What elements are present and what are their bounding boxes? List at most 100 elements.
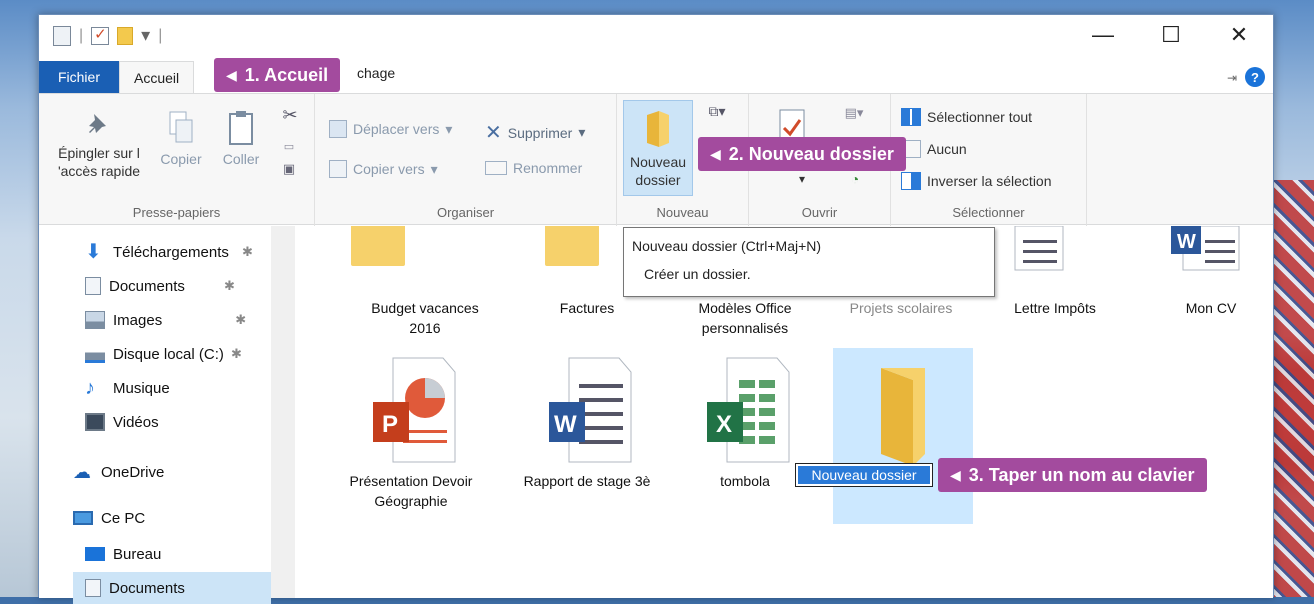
computer-icon [73,511,93,525]
rename-icon [485,161,507,175]
sidebar-item-label: Disque local (C:) [113,345,224,363]
background-person [1268,180,1314,597]
tooltip-title: Nouveau dossier (Ctrl+Maj+N) [632,238,822,254]
sidebar-scrollbar[interactable] [271,226,295,598]
select-all-label: Sélectionner tout [927,109,1033,125]
sidebar-item-label: Téléchargements [113,243,229,261]
file-name: tombola [720,473,770,489]
rename-label: Renommer [513,160,583,176]
copy-path-icon[interactable]: ▭ [277,138,301,156]
checkmark-icon[interactable] [91,25,110,45]
pin-icon [89,114,106,133]
copy-label: Copier [160,151,202,167]
file-item[interactable]: W Rapport de stage 3è [517,354,657,491]
invert-selection-button[interactable]: Inverser la sélection [901,172,1052,190]
sidebar-item-onedrive[interactable]: ☁ OneDrive [73,456,164,488]
sidebar-item-this-pc[interactable]: Ce PC [73,502,145,534]
pin-ribbon-icon[interactable]: ⇥ [1227,71,1237,85]
invert-selection-label: Inverser la sélection [927,173,1052,189]
delete-icon: ✕ [485,122,502,144]
sidebar-item-desktop[interactable]: Bureau [85,538,161,570]
pin-label: Épingler sur l 'accès rapide [57,145,141,179]
ribbon: Épingler sur l 'accès rapide Copier Coll… [39,93,1273,226]
copy-to-button[interactable]: Copier vers ▾ [329,160,438,178]
sidebar-item-label: Bureau [113,545,162,563]
pin-quick-access-button[interactable]: Épingler sur l 'accès rapide [47,110,151,180]
word-doc-icon [1014,226,1064,271]
group-organize: Déplacer vers ▾ Copier vers ▾ ✕ Supprimer ▾… [315,94,617,226]
pin-icon[interactable]: ✱ [235,312,246,328]
download-arrow-icon: ⬇ [85,241,102,263]
sidebar-item-music[interactable]: ♪ Musique [85,372,170,404]
word-doc-icon: W [1171,226,1240,271]
delete-button[interactable]: ✕ Supprimer ▾ [485,120,585,145]
copy-button[interactable]: Copier [153,110,209,168]
cut-icon[interactable]: ✂ [275,106,305,124]
history-icon[interactable]: ◔ [845,170,865,188]
tab-file[interactable]: Fichier [39,61,119,93]
paste-shortcut-icon[interactable]: ▣ [277,160,301,178]
file-item[interactable]: X tombola [675,354,815,491]
qa-separator-2: | [158,26,163,44]
word-doc-icon: W [549,357,632,463]
sidebar-item-label: Images [113,311,163,329]
svg-text:W: W [1177,231,1196,253]
file-item[interactable]: P Présentation Devoir Géographie [341,354,481,511]
tab-share[interactable]: chage [357,65,395,81]
sidebar-item-label: Ce PC [101,509,146,527]
file-item[interactable]: Lettre Impôts [985,298,1125,318]
help-icon[interactable]: ? [1245,67,1265,87]
file-name: Projets scolaires [849,300,953,316]
new-item-icon[interactable]: ⧉▾ [703,102,731,120]
pin-icon[interactable]: ✱ [224,278,235,294]
clipboard-group-label: Presse-papiers [132,205,221,220]
select-none-button[interactable]: Aucun [901,140,967,158]
sidebar-item-local-disk[interactable]: Disque local (C:) ✱ [85,338,242,370]
close-button[interactable]: ✕ [1205,15,1273,55]
sidebar-item-videos[interactable]: Vidéos [85,406,159,438]
group-select: Sélectionner tout Aucun Inverser la séle… [891,94,1087,226]
document-icon [85,277,101,295]
chevron-down-icon[interactable]: ▾ [141,25,150,46]
file-item[interactable]: Factures [517,298,657,318]
move-to-icon [329,120,347,138]
sidebar-item-downloads[interactable]: ⬇ Téléchargements ✱ [85,236,253,268]
new-folder-button[interactable]: Nouveau dossier [623,100,693,196]
properties-icon[interactable] [53,25,71,46]
maximize-button[interactable]: ☐ [1137,15,1205,55]
paste-button[interactable]: Coller [215,110,267,168]
callout-text: 2. Nouveau dossier [728,143,894,164]
pin-icon[interactable]: ✱ [231,346,242,362]
move-to-button[interactable]: Déplacer vers ▾ [329,120,452,138]
new-folder-qa-icon[interactable] [117,26,134,45]
images-icon [85,311,105,329]
open-icon[interactable]: ▤▾ [839,104,869,122]
invert-selection-icon [901,172,921,190]
open-group-label: Ouvrir [801,205,838,220]
file-item[interactable]: Mon CV [1141,298,1281,318]
properties-dropdown[interactable]: ▾ [795,170,809,188]
file-item[interactable]: Projets scolaires [831,298,971,318]
tab-home[interactable]: Accueil [119,61,195,93]
file-name: Lettre Impôts [1014,300,1096,316]
select-group-label: Sélectionner [952,205,1025,220]
minimize-button[interactable]: — [1069,15,1137,55]
sidebar-item-images[interactable]: Images ✱ [85,304,246,336]
new-folder-item[interactable] [833,348,973,524]
folder-icon [881,368,925,466]
sidebar-item-documents[interactable]: Documents ✱ [85,270,235,302]
callout-text: 1. Accueil [244,64,329,85]
svg-text:X: X [716,411,732,438]
qa-separator: | [79,26,84,44]
rename-button[interactable]: Renommer [485,160,582,176]
rename-input[interactable]: Nouveau dossier [795,463,933,487]
select-all-button[interactable]: Sélectionner tout [901,108,1032,126]
sidebar-item-documents-pc[interactable]: Documents [73,572,271,604]
document-icon [85,579,101,597]
tooltip: Nouveau dossier (Ctrl+Maj+N) Créer un do… [623,227,995,297]
pin-icon[interactable]: ✱ [242,244,253,260]
file-item[interactable]: Modèles Office personnalisés [675,298,815,338]
file-explorer-window: | ▾ | — ☐ ✕ Fichier Accueil chage ⇥ ? Ép… [38,14,1274,604]
file-item[interactable]: Budget vacances 2016 [355,298,495,338]
video-film-icon [85,413,105,431]
